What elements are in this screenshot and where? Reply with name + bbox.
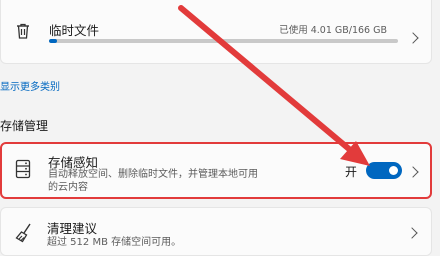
chevron-right-icon [406,227,418,239]
cleanup-recommendations-card[interactable]: 清理建议 超过 512 MB 存储空间可用。 [0,207,432,256]
storage-sense-description: 自动释放空间、删除临时文件，并管理本地可用 的云内容 [48,168,318,194]
show-more-categories-link[interactable]: 显示更多类别 [0,78,60,93]
storage-sense-state-label: 开 [345,165,358,179]
cleanup-title: 清理建议 [47,221,98,236]
storage-sense-desc-line1: 自动释放空间、删除临时文件，并管理本地可用 [48,169,258,180]
trash-icon [17,23,29,39]
toggle-knob [389,166,398,175]
temp-files-card[interactable]: 临时文件 已使用 4.01 GB/166 GB [0,0,432,64]
chevron-right-icon [407,32,419,44]
chevron-right-icon [407,166,419,178]
storage-usage-bar-fill [49,39,58,43]
cleanup-description: 超过 512 MB 存储空间可用。 [47,237,182,248]
broom-icon [15,223,31,243]
storage-usage-bar [49,39,398,43]
temp-files-title: 临时文件 [49,23,100,38]
temp-files-usage: 已使用 4.01 GB/166 GB [279,25,387,36]
storage-sense-desc-line2: 的云内容 [48,182,88,193]
storage-management-heading: 存储管理 [0,119,49,133]
storage-sense-toggle[interactable] [366,162,402,179]
storage-sense-icon [15,159,31,179]
